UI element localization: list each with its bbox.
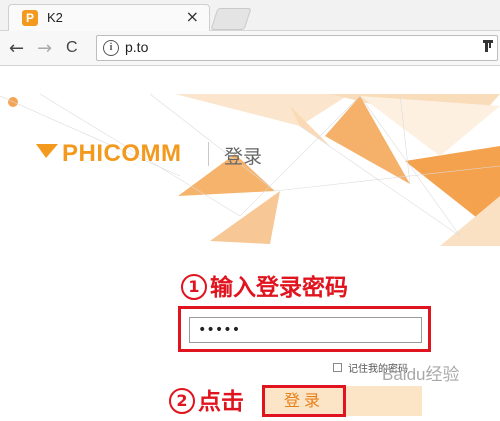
tab-close-icon[interactable]: × [186,7,199,26]
browser-tab-strip: P K2 × [0,0,500,31]
login-button[interactable]: 登录 [265,388,343,414]
address-bar[interactable]: i p.to [96,35,498,61]
forward-arrow-icon[interactable]: → [37,38,52,59]
logo-divider [208,142,209,166]
phicomm-favicon-icon: P [22,10,38,26]
url-text[interactable]: p.to [125,39,148,55]
back-arrow-icon[interactable]: ← [9,38,24,59]
step2-annotation: 2 点击 [169,382,244,416]
step2-number: 2 [169,388,195,414]
phicomm-logo-icon [36,144,58,158]
browser-tab[interactable]: P K2 × [8,4,210,31]
remember-checkbox[interactable] [333,363,342,372]
baidu-watermark: Baidu经验 [382,365,460,384]
new-tab-button[interactable] [210,8,252,30]
step1-annotation: 1 输入登录密码 [181,268,348,302]
step1-number: 1 [181,274,207,300]
page-title: 登录 [224,146,263,168]
tab-title: K2 [47,10,63,25]
info-icon[interactable]: i [103,40,119,56]
logo-wordmark: PHICOMM [62,140,182,167]
reload-icon[interactable]: C [66,39,78,57]
browser-toolbar: ← → C i p.to [0,31,500,66]
login-page: PHICOMM 登录 1 输入登录密码 ••••• 记住我的密码 Baidu经验 … [0,66,500,421]
step1-text: 输入登录密码 [210,275,348,301]
extension-icon[interactable] [483,40,493,56]
step2-text: 点击 [198,389,244,415]
password-input[interactable]: ••••• [189,317,422,343]
